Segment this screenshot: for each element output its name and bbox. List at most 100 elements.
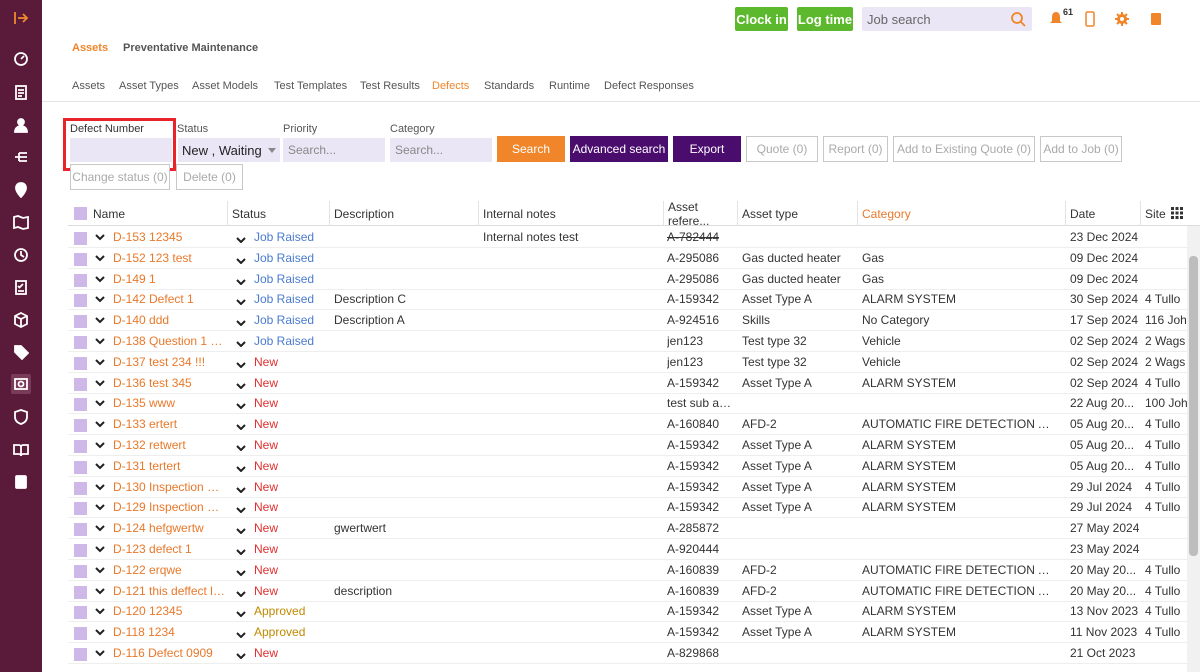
delete-button[interactable]: Delete (0): [176, 164, 243, 190]
search-button[interactable]: Search: [497, 136, 565, 162]
column-category[interactable]: Category: [858, 201, 1066, 226]
status-chevron-icon[interactable]: [236, 335, 246, 347]
status-chevron-icon[interactable]: [236, 501, 246, 514]
defect-name-link[interactable]: D-138 Question 1 — ...: [113, 331, 227, 352]
user-icon[interactable]: [11, 115, 31, 135]
chevron-down-icon[interactable]: [95, 397, 105, 409]
table-row[interactable]: D-140 ddd Job Raised Description A A-924516…: [68, 310, 1194, 332]
change-status-button[interactable]: Change status (0): [70, 164, 170, 190]
tab-test-results[interactable]: Test Results: [360, 80, 420, 92]
row-checkbox[interactable]: [74, 606, 87, 620]
table-row[interactable]: D-137 test 234 !!! New jen123 Test type 32 V…: [68, 352, 1188, 373]
defect-name-link[interactable]: D-118 1234: [113, 622, 227, 643]
status-value[interactable]: New: [254, 352, 324, 373]
chevron-down-icon[interactable]: [95, 460, 105, 472]
status-chevron-icon[interactable]: [236, 377, 246, 389]
row-checkbox[interactable]: [74, 564, 87, 578]
row-checkbox[interactable]: [74, 252, 87, 266]
hierarchy-icon[interactable]: [11, 147, 31, 167]
category-input[interactable]: [390, 138, 492, 162]
tab-asset-types[interactable]: Asset Types: [119, 80, 179, 92]
status-value[interactable]: New: [254, 393, 324, 414]
row-checkbox[interactable]: [74, 585, 87, 599]
status-value[interactable]: Approved: [254, 601, 324, 622]
row-checkbox[interactable]: [74, 544, 87, 557]
chevron-down-icon[interactable]: [95, 564, 105, 576]
row-checkbox[interactable]: [74, 440, 87, 453]
status-value[interactable]: New: [254, 560, 324, 581]
status-value[interactable]: New: [254, 456, 324, 477]
defect-name-link[interactable]: D-142 Defect 1: [113, 289, 227, 310]
defect-name-link[interactable]: D-140 ddd: [113, 310, 227, 331]
column-internal-notes[interactable]: Internal notes: [479, 201, 664, 226]
chevron-down-icon[interactable]: [95, 335, 105, 347]
defect-name-link[interactable]: D-131 tertert: [113, 456, 227, 477]
row-checkbox[interactable]: [74, 315, 87, 329]
chevron-down-icon[interactable]: [95, 273, 105, 285]
column-asset-reference[interactable]: Asset refere...: [664, 200, 738, 228]
row-checkbox[interactable]: [74, 377, 87, 391]
location-pin-icon[interactable]: [11, 180, 31, 200]
table-row[interactable]: D-120 12345 Approved A-159342 Asset Type A A…: [68, 601, 1188, 623]
status-chevron-icon[interactable]: [236, 481, 246, 493]
defect-name-link[interactable]: D-153 12345: [113, 227, 227, 248]
chevron-down-icon[interactable]: [95, 585, 105, 597]
defect-name-link[interactable]: D-123 defect 1: [113, 539, 227, 560]
status-chevron-icon[interactable]: [236, 605, 246, 618]
clipboard-icon[interactable]: [11, 82, 31, 102]
row-checkbox[interactable]: [74, 523, 87, 537]
defect-name-link[interactable]: D-133 ertert: [113, 414, 227, 435]
table-row[interactable]: D-129 Inspection — ... New A-159342 Asset T…: [68, 497, 1188, 519]
checklist-icon[interactable]: [11, 277, 31, 297]
defect-name-link[interactable]: D-122 erqwe: [113, 560, 227, 581]
status-value[interactable]: New: [254, 414, 324, 435]
table-row[interactable]: D-118 1234 Approved A-159342 Asset Type A AL…: [68, 622, 1188, 644]
book-help-icon[interactable]: [1147, 10, 1165, 28]
status-chevron-icon[interactable]: [236, 439, 246, 451]
defect-name-link[interactable]: D-137 test 234 !!!: [113, 352, 227, 373]
grid-settings-icon[interactable]: [1171, 207, 1183, 222]
chevron-down-icon[interactable]: [95, 605, 105, 617]
status-value[interactable]: New: [254, 518, 324, 539]
row-checkbox[interactable]: [74, 356, 87, 370]
tab-assets[interactable]: Assets: [72, 80, 105, 92]
status-value[interactable]: New: [254, 581, 324, 602]
status-value[interactable]: Job Raised: [254, 289, 324, 310]
column-status[interactable]: Status: [228, 201, 330, 226]
chevron-down-icon[interactable]: [95, 481, 105, 493]
table-row[interactable]: D-149 1 Job Raised A-295086 Gas ducted heat…: [68, 269, 1188, 290]
status-chevron-icon[interactable]: [236, 626, 246, 639]
table-row[interactable]: D-116 Defect 0909 New A-829868 21 Oct 2023: [68, 643, 1188, 664]
status-value[interactable]: New: [254, 539, 324, 560]
status-select[interactable]: New , Waiting: [178, 138, 280, 162]
status-chevron-icon[interactable]: [236, 356, 246, 368]
advanced-search-button[interactable]: Advanced search: [570, 136, 668, 162]
chevron-down-icon[interactable]: [95, 501, 105, 513]
table-row[interactable]: D-153 12345 Job Raised Internal notes test…: [68, 227, 1188, 248]
chevron-down-icon[interactable]: [95, 293, 105, 305]
export-button[interactable]: Export: [673, 136, 741, 162]
status-chevron-icon[interactable]: [236, 543, 246, 555]
table-row[interactable]: D-152 123 test Job Raised A-295086 Gas duct…: [68, 248, 1188, 269]
row-checkbox[interactable]: [74, 648, 87, 661]
column-date[interactable]: Date: [1066, 201, 1141, 226]
row-checkbox[interactable]: [74, 398, 87, 412]
chevron-down-icon[interactable]: [95, 314, 105, 326]
table-row[interactable]: D-132 retwert New A-159342 Asset Type A ALAR…: [68, 435, 1188, 456]
clock-in-button[interactable]: Clock in: [735, 7, 788, 31]
notebook-icon[interactable]: [11, 472, 31, 492]
row-checkbox[interactable]: [74, 460, 87, 474]
status-value[interactable]: Approved: [254, 622, 324, 643]
table-row[interactable]: D-142 Defect 1 Job Raised Description C A-1…: [68, 289, 1188, 311]
table-row[interactable]: D-136 test 345 New A-159342 Asset Type A ALA…: [68, 373, 1188, 394]
defect-name-link[interactable]: D-124 hefgwertw: [113, 518, 227, 539]
assets-icon[interactable]: [11, 374, 31, 394]
chevron-down-icon[interactable]: [95, 252, 105, 264]
status-chevron-icon[interactable]: [236, 418, 246, 431]
status-chevron-icon[interactable]: [236, 231, 246, 243]
status-value[interactable]: Job Raised: [254, 310, 324, 331]
row-checkbox[interactable]: [74, 627, 87, 641]
job-search-box[interactable]: [862, 7, 1032, 31]
chevron-down-icon[interactable]: [95, 231, 105, 243]
shield-icon[interactable]: [11, 407, 31, 427]
